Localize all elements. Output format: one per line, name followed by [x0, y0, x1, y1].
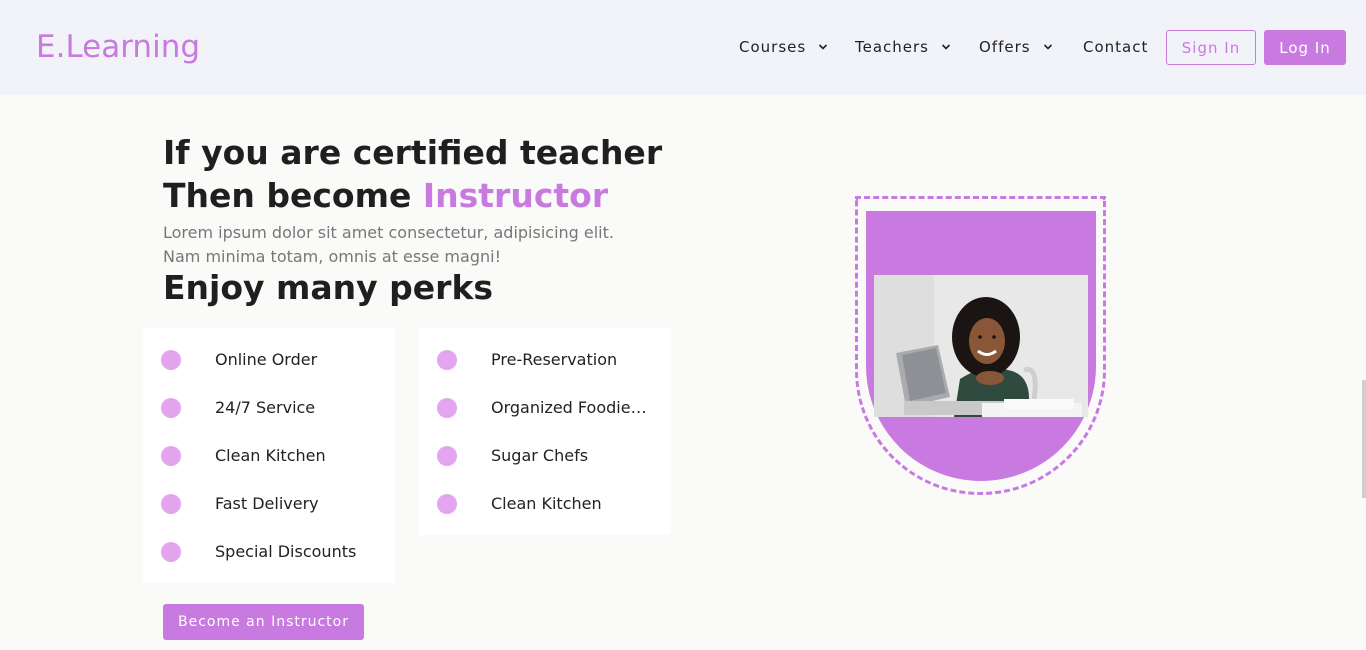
perk-label: Clean Kitchen — [215, 446, 326, 465]
bullet-dot-icon — [437, 446, 457, 466]
hero-heading-line1: If you are certified teacher — [163, 133, 663, 172]
perk-item: Fast Delivery — [143, 492, 395, 516]
perk-label: 24/7 Service — [215, 398, 316, 417]
teacher-photo — [874, 275, 1088, 417]
bullet-dot-icon — [161, 398, 181, 418]
perk-label: Organized Foodies Gr — [491, 398, 651, 417]
bullet-dot-icon — [161, 446, 181, 466]
log-in-button[interactable]: Log In — [1264, 30, 1346, 65]
perks-card-right: Pre-Reservation Organized Foodies Gr Sug… — [419, 328, 671, 535]
perk-label: Clean Kitchen — [491, 494, 602, 513]
perk-item: 24/7 Service — [143, 396, 395, 420]
teacher-photo-illustration — [874, 275, 1088, 417]
nav-courses-label: Courses — [739, 38, 807, 56]
bullet-dot-icon — [161, 350, 181, 370]
nav-courses[interactable]: Courses — [739, 37, 828, 57]
nav-contact-label: Contact — [1083, 38, 1149, 56]
perk-label: Fast Delivery — [215, 494, 319, 513]
nav-teachers-label: Teachers — [855, 38, 929, 56]
sign-in-button[interactable]: Sign In — [1166, 30, 1256, 65]
perk-label: Pre-Reservation — [491, 350, 618, 369]
bullet-dot-icon — [437, 494, 457, 514]
hero-heading-line2: Then become Instructor — [163, 176, 608, 216]
perk-item: Clean Kitchen — [143, 444, 395, 468]
nav-offers[interactable]: Offers — [979, 37, 1053, 57]
hero-heading-highlight: Instructor — [422, 176, 609, 215]
bullet-dot-icon — [161, 542, 181, 562]
page-scrollbar[interactable] — [1362, 380, 1366, 498]
nav-contact[interactable]: Contact — [1083, 37, 1148, 57]
perk-label: Special Discounts — [215, 542, 357, 561]
chevron-down-icon — [941, 44, 951, 50]
perk-item: Organized Foodies Gr — [419, 396, 671, 420]
top-navbar: E.Learning Courses Teachers Offers Conta… — [0, 0, 1366, 95]
perk-item: Online Order — [143, 348, 395, 372]
perks-card-left: Online Order 24/7 Service Clean Kitchen … — [143, 328, 395, 583]
perk-item: Clean Kitchen — [419, 492, 671, 516]
chevron-down-icon — [1043, 44, 1052, 50]
perk-label: Sugar Chefs — [491, 446, 589, 465]
bullet-dot-icon — [437, 398, 457, 418]
hero-heading-prefix: Then become — [163, 176, 423, 215]
perk-item: Pre-Reservation — [419, 348, 671, 372]
nav-teachers[interactable]: Teachers — [855, 37, 951, 57]
perks-title: Enjoy many perks — [163, 268, 494, 307]
perk-label: Online Order — [215, 350, 318, 369]
chevron-down-icon — [819, 44, 828, 50]
perk-item: Special Discounts — [143, 540, 395, 564]
become-instructor-button[interactable]: Become an Instructor — [163, 604, 364, 640]
bullet-dot-icon — [161, 494, 181, 514]
nav-offers-label: Offers — [979, 38, 1031, 56]
site-logo[interactable]: E.Learning — [36, 29, 200, 65]
hero-description: Lorem ipsum dolor sit amet consectetur, … — [163, 223, 614, 266]
bullet-dot-icon — [437, 350, 457, 370]
perk-item: Sugar Chefs — [419, 444, 671, 468]
